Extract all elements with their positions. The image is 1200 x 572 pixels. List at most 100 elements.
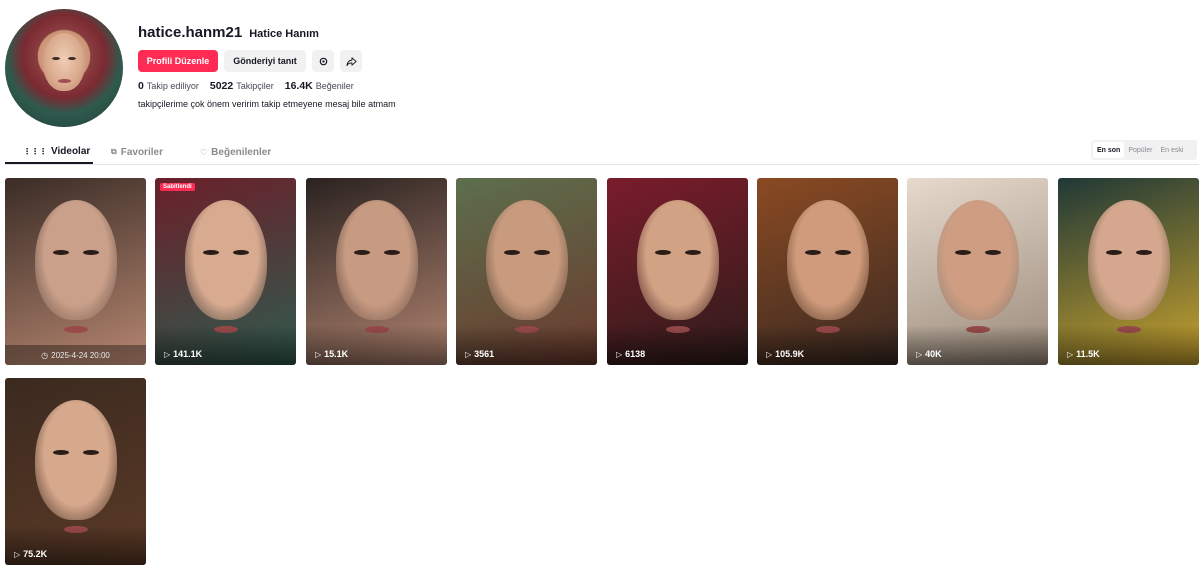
thumbnail-face <box>336 200 418 320</box>
view-count: ▷ 6138 <box>616 349 645 359</box>
thumbnail-eye <box>504 250 520 255</box>
view-count: ▷ 75.2K <box>14 549 47 559</box>
play-icon: ▷ <box>14 549 21 559</box>
clock-icon: ◷ <box>41 350 49 360</box>
thumbnail-eye <box>655 250 671 255</box>
profile-bio: takipçilerime çok önem veririm takip etm… <box>138 99 396 109</box>
following-stat[interactable]: 0 Takip ediliyor <box>138 80 199 92</box>
grid-icon: ⋮⋮⋮ <box>23 146 47 156</box>
likes-count: 16.4K <box>284 80 313 92</box>
view-count-value: 75.2K <box>23 549 48 559</box>
thumbnail-lips <box>64 326 88 333</box>
profile-header: hatice.hanm21 Hatice Hanım <box>138 24 319 44</box>
view-count-value: 15.1K <box>324 349 349 359</box>
thumbnail-eye <box>955 250 971 255</box>
thumbnail-shade <box>306 325 447 365</box>
video-card[interactable]: ◷ 2025-4-24 20:00 <box>5 178 146 365</box>
video-card[interactable]: ▷ 40K <box>907 178 1048 365</box>
play-icon: ▷ <box>1067 349 1074 359</box>
profile-tabs: ⋮⋮⋮ Videolar ⧉ Favoriler ♡ Beğenilenler <box>5 140 1199 165</box>
nickname: Hatice Hanım <box>249 28 319 40</box>
thumbnail-face <box>787 200 869 320</box>
view-count: ▷ 3561 <box>465 349 494 359</box>
share-button[interactable] <box>340 50 362 72</box>
settings-button[interactable] <box>312 50 334 72</box>
tab-favorites[interactable]: ⧉ Favoriler <box>111 140 163 164</box>
tab-liked-label: Beğenilenler <box>211 146 272 158</box>
tab-liked[interactable]: ♡ Beğenilenler <box>200 140 271 164</box>
thumbnail-shade <box>1058 325 1199 365</box>
video-card[interactable]: ▷ 15.1K <box>306 178 447 365</box>
thumbnail-eye <box>53 450 69 455</box>
username: hatice.hanm21 <box>138 24 243 41</box>
promote-post-button[interactable]: Gönderiyi tanıt <box>224 50 306 72</box>
thumbnail-eye <box>985 250 1001 255</box>
view-count-value: 141.1K <box>173 349 203 359</box>
sort-latest[interactable]: En son <box>1093 142 1125 158</box>
video-card[interactable]: ▷ 3561 <box>456 178 597 365</box>
bookmark-icon: ⧉ <box>111 147 117 156</box>
thumbnail-shade <box>155 325 296 365</box>
view-count: ▷ 15.1K <box>315 349 348 359</box>
following-label: Takip ediliyor <box>146 81 199 91</box>
view-count-value: 3561 <box>474 349 495 359</box>
thumbnail-face <box>185 200 267 320</box>
video-card[interactable]: ▷ 11.5K <box>1058 178 1199 365</box>
play-icon: ▷ <box>315 349 322 359</box>
tab-videos[interactable]: ⋮⋮⋮ Videolar <box>5 140 93 164</box>
following-count: 0 <box>138 80 144 92</box>
likes-label: Beğeniler <box>315 81 354 91</box>
thumbnail-eye <box>835 250 851 255</box>
thumbnail-eye <box>53 250 69 255</box>
thumbnail-eye <box>1136 250 1152 255</box>
heart-icon: ♡ <box>200 147 208 157</box>
thumbnail-face <box>35 400 117 520</box>
thumbnail-eye <box>685 250 701 255</box>
gear-icon <box>319 57 327 65</box>
video-card[interactable]: ▷ 105.9K <box>757 178 898 365</box>
view-count-value: 6138 <box>625 349 646 359</box>
video-card[interactable]: ▷ 141.1K Sabitlendi <box>155 178 296 365</box>
sort-oldest[interactable]: En eski <box>1156 142 1187 158</box>
avatar-eye <box>52 57 60 60</box>
view-count: ▷ 105.9K <box>766 349 804 359</box>
video-card[interactable]: ▷ 75.2K <box>5 378 146 565</box>
view-count: ▷ 141.1K <box>164 349 202 359</box>
play-icon: ▷ <box>465 349 472 359</box>
thumbnail-eye <box>83 450 99 455</box>
sort-toggle: En son Popüler En eski <box>1091 140 1197 160</box>
view-count: ▷ 40K <box>916 349 942 359</box>
thumbnail-eye <box>1106 250 1122 255</box>
play-icon: ▷ <box>164 349 171 359</box>
followers-stat[interactable]: 5022 Takipçiler <box>210 80 274 92</box>
thumbnail-shade <box>456 325 597 365</box>
thumbnail-eye <box>534 250 550 255</box>
avatar-lips <box>58 79 71 83</box>
avatar-eye <box>68 57 76 60</box>
play-icon: ▷ <box>916 349 923 359</box>
followers-count: 5022 <box>209 80 234 92</box>
thumbnail-face <box>486 200 568 320</box>
pinned-badge: Sabitlendi <box>160 183 195 191</box>
play-icon: ▷ <box>616 349 623 359</box>
thumbnail-face <box>35 200 117 320</box>
thumbnail-shade <box>757 325 898 365</box>
profile-avatar[interactable] <box>5 9 123 127</box>
name-row: hatice.hanm21 Hatice Hanım <box>138 24 319 44</box>
view-count-value: 105.9K <box>775 349 805 359</box>
tab-videos-label: Videolar <box>51 145 91 157</box>
followers-label: Takipçiler <box>236 81 274 91</box>
thumbnail-eye <box>384 250 400 255</box>
thumbnail-eye <box>203 250 219 255</box>
view-count-value: 40K <box>925 349 942 359</box>
view-count-value: 11.5K <box>1076 349 1100 359</box>
thumbnail-face <box>937 200 1019 320</box>
scheduled-date: 2025-4-24 20:00 <box>51 350 110 360</box>
scheduled-date-badge: ◷ 2025-4-24 20:00 <box>5 345 146 365</box>
edit-profile-button[interactable]: Profili Düzenle <box>138 50 218 72</box>
view-count: ▷ 11.5K <box>1067 349 1100 359</box>
video-card[interactable]: ▷ 6138 <box>607 178 748 365</box>
sort-popular[interactable]: Popüler <box>1124 142 1156 158</box>
thumbnail-eye <box>233 250 249 255</box>
profile-actions: Profili Düzenle Gönderiyi tanıt <box>138 50 362 72</box>
